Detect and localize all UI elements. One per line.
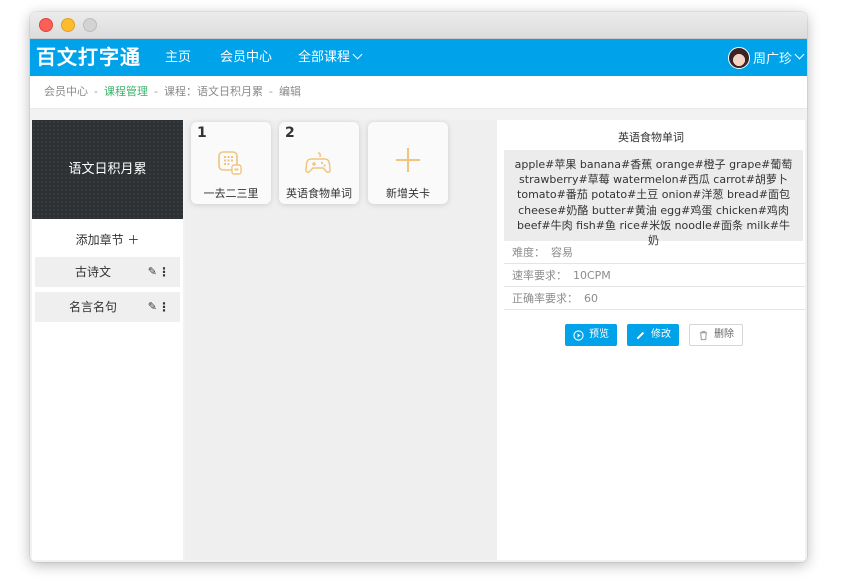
level-name: 一去二三里 xyxy=(203,187,259,200)
add-chapter-button[interactable]: 添加章节 ＋ xyxy=(32,231,183,249)
preview-button[interactable]: 预览 xyxy=(565,324,617,346)
add-level-card[interactable]: 新增关卡 xyxy=(368,122,448,204)
field-value: 60 xyxy=(584,292,598,305)
breadcrumb-edit: 编辑 xyxy=(278,85,301,98)
chevron-down-icon xyxy=(794,49,805,60)
delete-button[interactable]: 删除 xyxy=(689,324,743,346)
breadcrumb: 会员中心 - 课程管理 - 课程：语文日积月累 - 编辑 xyxy=(30,76,807,109)
preview-label: 预览 xyxy=(589,329,609,340)
edit-label: 修改 xyxy=(651,329,671,340)
trash-icon xyxy=(699,330,708,340)
level-name: 英语食物单词 xyxy=(286,187,352,200)
speed-requirement-field: 速率要求： 10CPM xyxy=(504,264,805,287)
level-content-text: apple#苹果 banana#香蕉 orange#橙子 grape#葡萄 st… xyxy=(504,150,803,247)
nav-all-courses-label: 全部课程 xyxy=(298,50,351,65)
breadcrumb-member-center[interactable]: 会员中心 xyxy=(44,85,88,98)
pencil-icon[interactable]: ✎ xyxy=(148,257,157,287)
field-value: 10CPM xyxy=(573,269,611,282)
field-label: 难度： xyxy=(512,246,545,259)
breadcrumb-course[interactable]: 课程：语文日积月累 xyxy=(164,85,263,98)
chapter-item[interactable]: 名言名句 ✎ ⋮ xyxy=(35,292,180,322)
plus-icon xyxy=(396,148,420,172)
level-cards-panel: 1 一去二三里 2 英语食物单词 新增关卡 xyxy=(185,120,497,560)
chevron-down-icon xyxy=(352,49,363,60)
field-label: 速率要求： xyxy=(512,269,567,282)
brand-logo[interactable]: 百文打字通 xyxy=(36,42,141,72)
zoom-window-button[interactable] xyxy=(83,18,97,32)
close-window-button[interactable] xyxy=(39,18,53,32)
detail-actions: 预览 修改 删除 xyxy=(565,324,753,346)
nav-member-center[interactable]: 会员中心 xyxy=(220,39,272,76)
course-cover: 语文日积月累 xyxy=(32,120,183,219)
level-card[interactable]: 1 一去二三里 xyxy=(191,122,271,204)
minimize-window-button[interactable] xyxy=(61,18,75,32)
level-number: 2 xyxy=(285,125,295,141)
breadcrumb-course-management[interactable]: 课程管理 xyxy=(104,85,148,98)
app-window: 百文打字通 主页 会员中心 全部课程 周广珍 会员中心 - 课程管理 - 课程：语文日积… xyxy=(30,12,807,562)
window-titlebar xyxy=(30,12,807,39)
nav-home[interactable]: 主页 xyxy=(165,39,191,76)
keypad-icon xyxy=(218,151,242,175)
course-sidebar: 语文日积月累 添加章节 ＋ 古诗文 ✎ ⋮ 名言名句 ✎ ⋮ xyxy=(32,120,183,560)
nav-all-courses[interactable]: 全部课程 xyxy=(298,39,363,76)
user-menu[interactable]: 周广珍 xyxy=(727,39,805,76)
edit-button[interactable]: 修改 xyxy=(627,324,679,346)
chapter-item[interactable]: 古诗文 ✎ ⋮ xyxy=(35,257,180,287)
level-number: 1 xyxy=(197,125,207,141)
top-nav: 百文打字通 主页 会员中心 全部课程 周广珍 xyxy=(30,39,807,76)
accuracy-requirement-field: 正确率要求： 60 xyxy=(504,287,805,310)
more-vertical-icon[interactable]: ⋮ xyxy=(158,292,170,322)
avatar xyxy=(727,46,750,69)
user-name: 周广珍 xyxy=(752,52,792,67)
level-detail-panel: 英语食物单词 apple#苹果 banana#香蕉 orange#橙子 grap… xyxy=(497,120,805,560)
field-label: 正确率要求： xyxy=(512,292,578,305)
pencil-icon[interactable]: ✎ xyxy=(148,292,157,322)
field-value: 容易 xyxy=(551,246,573,259)
level-detail-title: 英语食物单词 xyxy=(618,131,684,144)
delete-label: 删除 xyxy=(714,329,734,340)
chapter-label: 名言名句 xyxy=(68,300,117,314)
chapter-label: 古诗文 xyxy=(74,265,111,279)
level-card[interactable]: 2 英语食物单词 xyxy=(279,122,359,204)
main-content: 语文日积月累 添加章节 ＋ 古诗文 ✎ ⋮ 名言名句 ✎ ⋮ 1 一去二三里 2… xyxy=(30,109,807,562)
add-level-label: 新增关卡 xyxy=(386,187,430,200)
more-vertical-icon[interactable]: ⋮ xyxy=(158,257,170,287)
pencil-icon xyxy=(636,331,645,339)
gamepad-icon xyxy=(305,152,331,173)
play-circle-icon xyxy=(573,329,584,341)
